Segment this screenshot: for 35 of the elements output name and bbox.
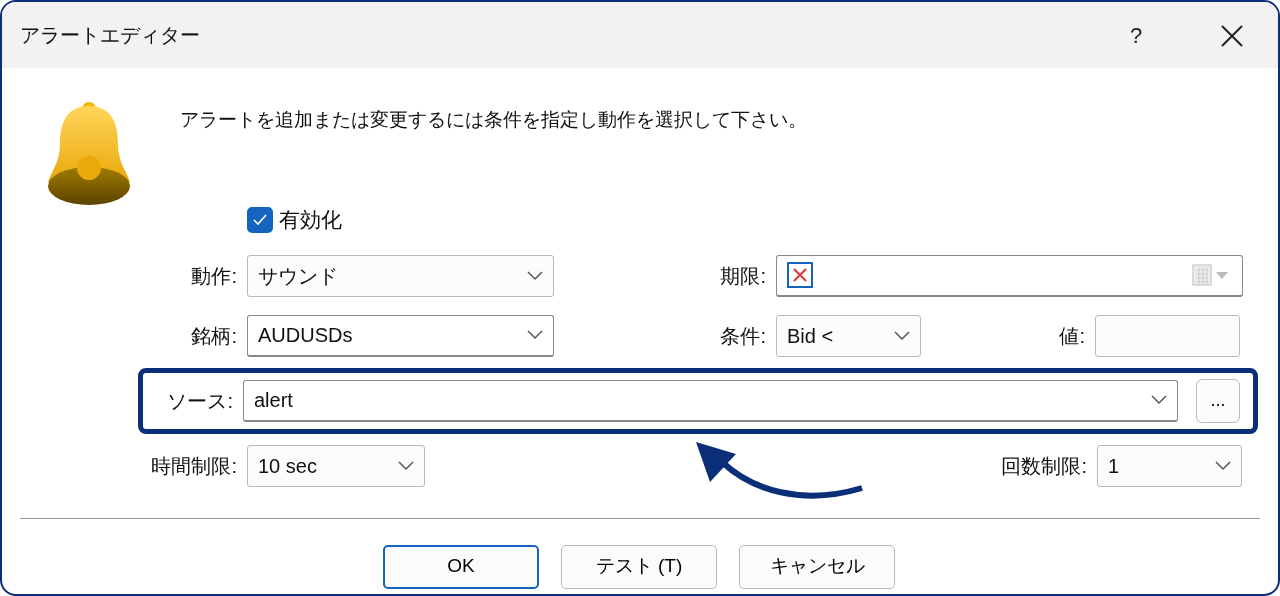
instruction-text: アラートを追加または変更するには条件を指定し動作を選択して下さい。: [180, 108, 807, 132]
window-title: アラートエディター: [20, 23, 201, 48]
checkbox[interactable]: [247, 206, 273, 233]
dropdown[interactable]: Bid <: [776, 314, 921, 357]
field-label: ソース:: [166, 388, 233, 414]
checkbox[interactable]: [787, 262, 813, 288]
chevron-icon: [527, 270, 543, 281]
dialog-button[interactable]: キャンセル: [739, 544, 895, 589]
field-label: 時間制限:: [150, 453, 237, 479]
check-icon: [253, 213, 267, 226]
field-label: 動作:: [190, 263, 237, 289]
chevron-icon: [894, 330, 910, 341]
field-label: 回数制限:: [1000, 453, 1087, 479]
browse-button[interactable]: ...: [1196, 378, 1240, 423]
chevron-icon: [1151, 395, 1167, 405]
close-icon: [1221, 24, 1243, 47]
chevron-icon: [527, 330, 543, 340]
field-label: 銘柄:: [190, 323, 237, 349]
dropdown[interactable]: 1: [1097, 444, 1242, 487]
help-button[interactable]: ?: [1116, 17, 1156, 53]
date-field[interactable]: [776, 254, 1243, 297]
dropdown[interactable]: サウンド: [247, 254, 554, 297]
field-label: 期限:: [719, 263, 766, 289]
chevron-icon: [1215, 460, 1231, 471]
dropdown[interactable]: 10 sec: [247, 444, 425, 487]
input-field[interactable]: [1095, 314, 1240, 357]
dialog-button[interactable]: テスト (T): [561, 544, 717, 589]
field-label: 条件:: [719, 323, 766, 349]
checkbox-label: 有効化: [279, 207, 342, 233]
bell-icon: [46, 102, 132, 206]
dialog-button[interactable]: OK: [383, 544, 539, 589]
chevron-icon: [398, 460, 414, 471]
dropdown[interactable]: alert: [243, 379, 1178, 422]
field-label: 値:: [1058, 323, 1085, 349]
dropdown[interactable]: AUDUSDs: [247, 314, 554, 357]
